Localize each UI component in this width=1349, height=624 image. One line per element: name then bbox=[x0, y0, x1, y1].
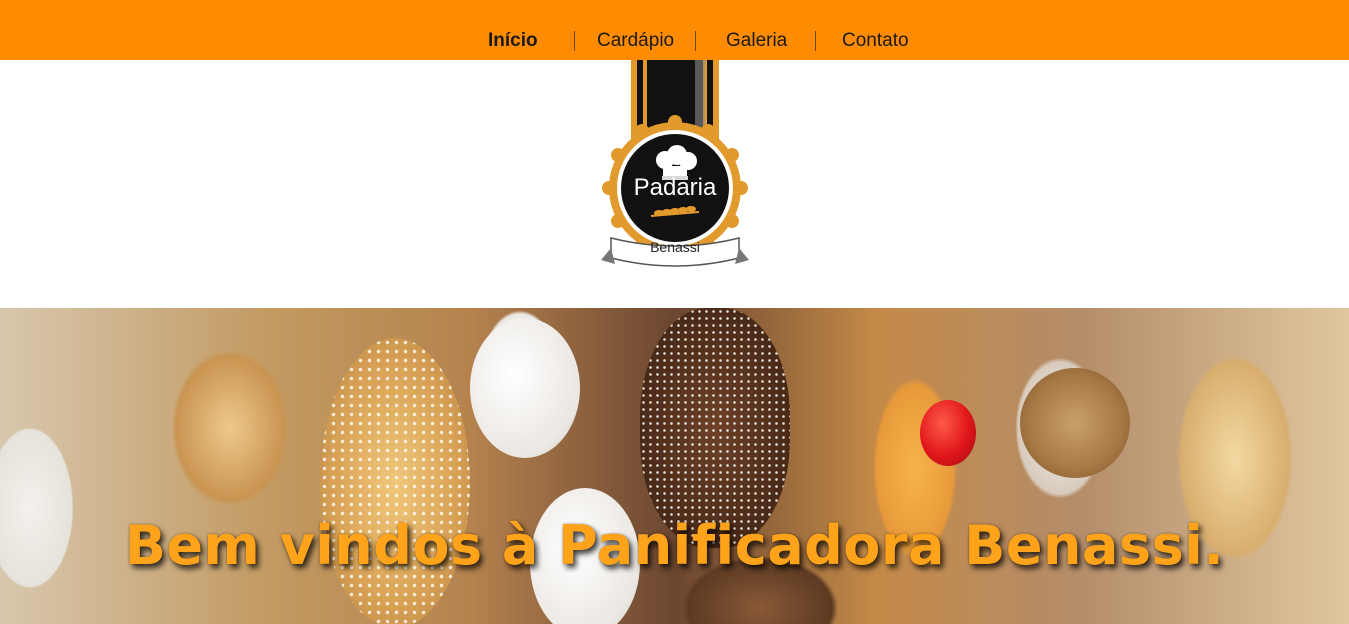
nav-item-contato[interactable]: Contato bbox=[842, 28, 909, 54]
main-navigation: Início Cardápio Galeria Contato bbox=[0, 28, 1349, 54]
hero-banner: Bem vindos à Panificadora Benassi. bbox=[0, 308, 1349, 624]
logo-subtitle: Benassi bbox=[650, 239, 700, 255]
hero-image-cherry bbox=[920, 400, 976, 466]
nav-separator bbox=[815, 31, 816, 51]
logo-badge-icon: Padaria Benassi bbox=[601, 60, 749, 267]
hero-image-sesame-cookie bbox=[320, 338, 470, 624]
padaria-benassi-logo[interactable]: Padaria Benassi bbox=[597, 60, 753, 275]
nav-separator bbox=[695, 31, 696, 51]
nav-item-cardapio[interactable]: Cardápio bbox=[597, 28, 674, 54]
hero-image-coconut-cookie bbox=[640, 308, 790, 548]
nav-separator bbox=[574, 31, 575, 51]
hero-image-walnut-sweet bbox=[1020, 368, 1130, 478]
logo-title: Padaria bbox=[634, 174, 717, 201]
hero-image-white-sweet bbox=[470, 318, 580, 458]
nav-item-inicio[interactable]: Início bbox=[488, 28, 538, 54]
top-nav-bar: Início Cardápio Galeria Contato bbox=[0, 0, 1349, 60]
hero-title: Bem vindos à Panificadora Benassi. bbox=[124, 514, 1225, 578]
nav-item-galeria[interactable]: Galeria bbox=[726, 28, 787, 54]
